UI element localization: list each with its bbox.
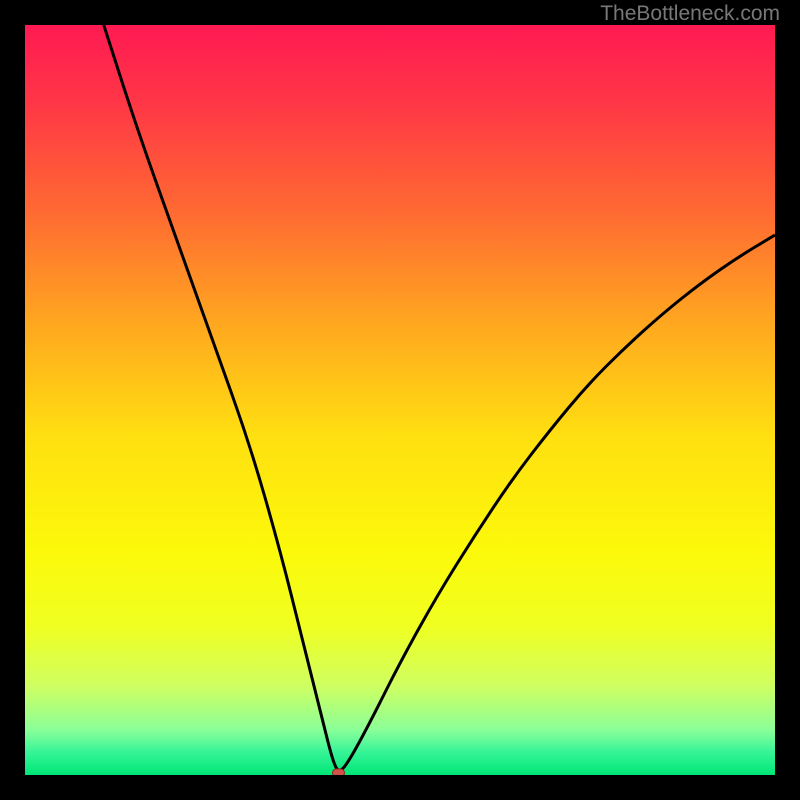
watermark-text: TheBottleneck.com bbox=[600, 2, 780, 26]
chart-plot-area bbox=[25, 25, 775, 775]
optimal-point-marker bbox=[333, 769, 345, 775]
chart-svg bbox=[25, 25, 775, 775]
